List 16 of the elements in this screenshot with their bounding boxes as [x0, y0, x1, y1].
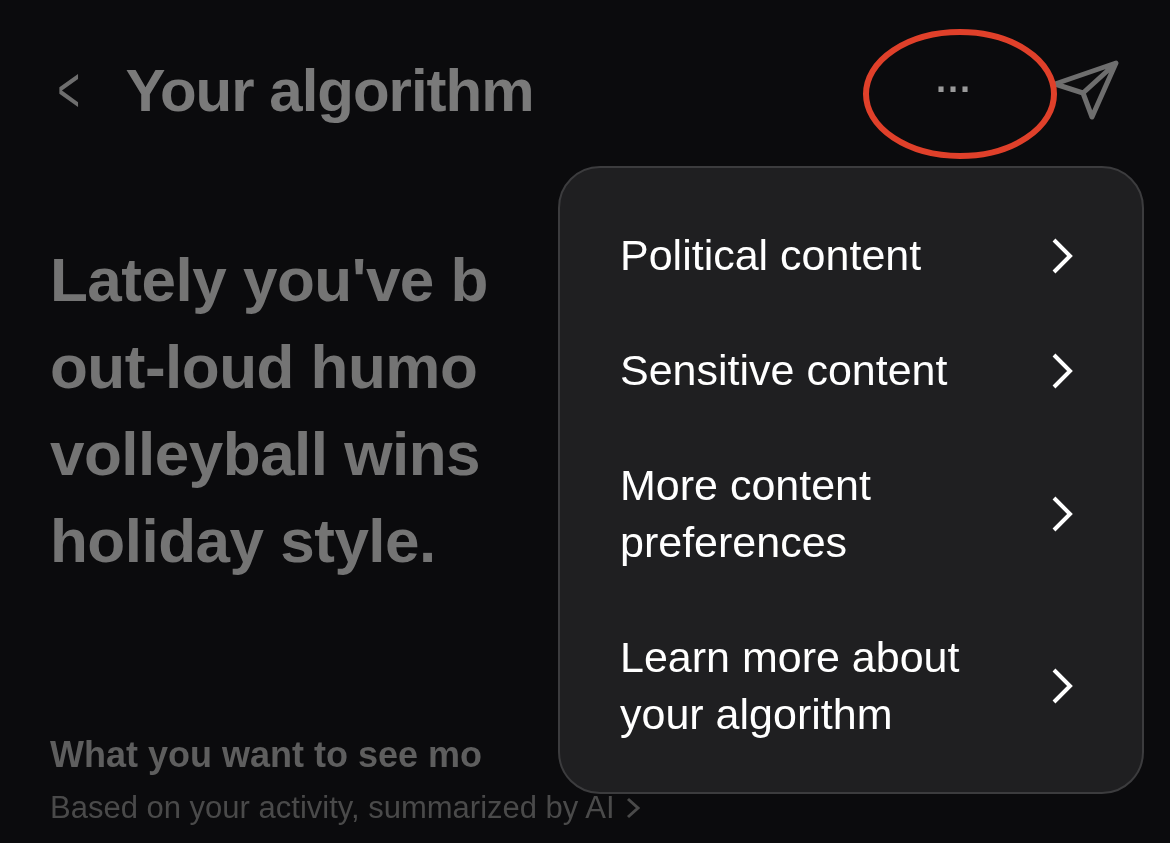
headline-line: Lately you've b — [50, 244, 488, 316]
page-title: Your algorithm — [125, 55, 534, 125]
menu-item[interactable]: Sensitive content — [620, 342, 1074, 399]
menu-item[interactable]: Political content — [620, 227, 1074, 284]
menu-item[interactable]: More content preferences — [620, 457, 1074, 571]
more-button[interactable]: ··· — [936, 72, 972, 108]
headline-line: out-loud humo — [50, 331, 478, 403]
send-icon[interactable] — [1052, 59, 1120, 121]
menu-item[interactable]: Learn more about your algorithm — [620, 629, 1074, 743]
headline-line: volleyball wins — [50, 418, 481, 490]
chevron-icon — [1050, 494, 1074, 534]
headline-line: holiday style. — [50, 505, 436, 577]
section-subtitle: Based on your activity, summarized by AI — [50, 790, 615, 826]
section-title: What you want to see mo — [50, 734, 483, 776]
chevron-icon — [1050, 666, 1074, 706]
back-button[interactable]: < — [57, 58, 80, 122]
